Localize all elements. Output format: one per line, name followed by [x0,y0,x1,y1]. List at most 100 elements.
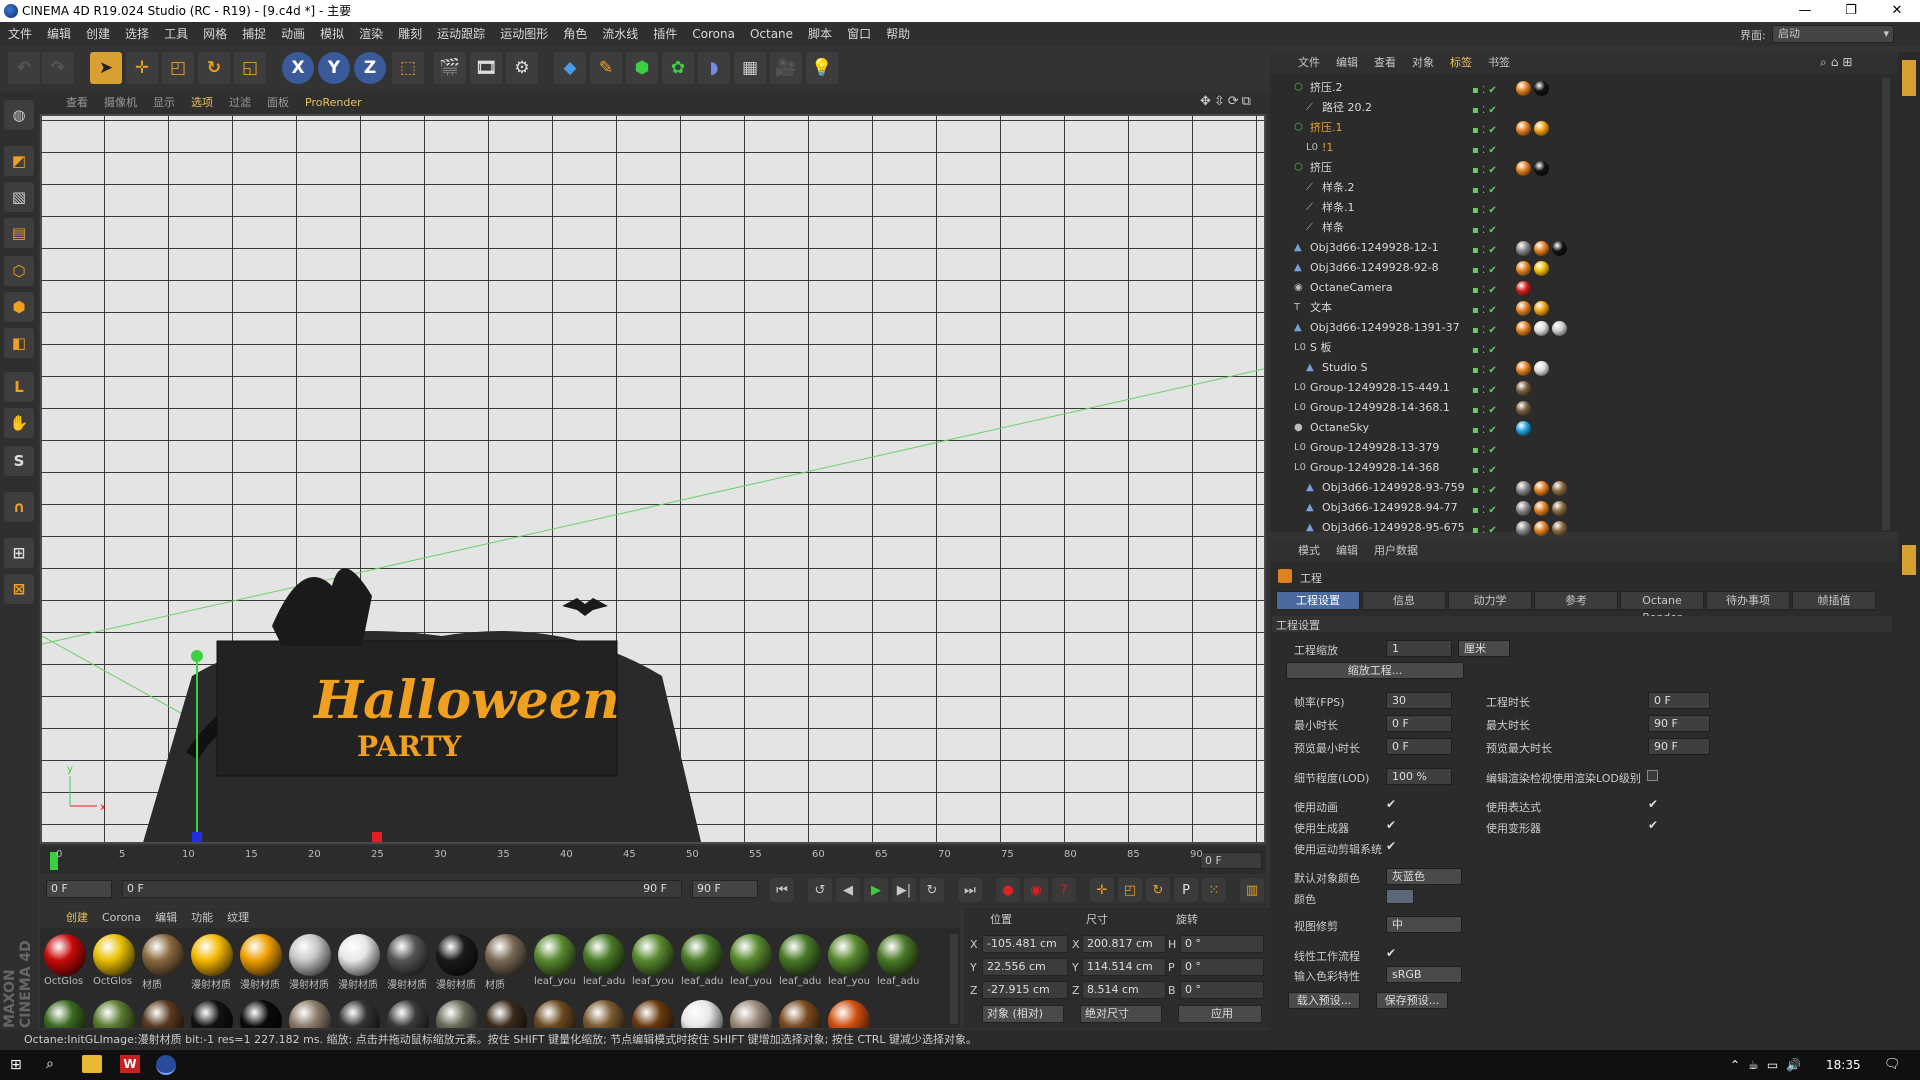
object-row[interactable]: ▲ Obj3d66-1249928-92-8 ▪ ⁚ ✔ [1276,258,1888,278]
make-editable-icon[interactable]: ◍ [4,100,34,130]
min-time-field[interactable]: 0 F [1386,715,1452,732]
material-swatch[interactable] [826,1000,872,1028]
visibility-check-icon[interactable]: ▪ ⁚ ✔ [1472,441,1512,456]
use-motion-checkbox[interactable]: ✔ [1386,839,1396,853]
object-row[interactable]: ⟋ 样条.2 ▪ ⁚ ✔ [1276,178,1888,198]
object-menu-item[interactable]: 对象 [1412,56,1434,69]
visibility-check-icon[interactable]: ▪ ⁚ ✔ [1472,181,1512,196]
tag-icon[interactable] [1516,81,1531,96]
visibility-check-icon[interactable]: ▪ ⁚ ✔ [1472,381,1512,396]
material-swatch[interactable] [385,1000,431,1028]
menu-item[interactable]: 工具 [164,27,188,41]
material-swatch[interactable] [189,1000,235,1028]
rot-h-field[interactable]: 0 ° [1180,935,1264,953]
material-swatch[interactable] [140,1000,186,1028]
snap-icon[interactable]: S [4,446,34,476]
use-animation-checkbox[interactable]: ✔ [1386,797,1396,811]
menu-item[interactable]: 角色 [563,27,587,41]
attr-tab[interactable]: 信息 [1362,591,1446,610]
auto-key-icon[interactable]: ◉ [1024,878,1048,902]
points-mode-icon[interactable]: ⬡ [4,256,34,286]
object-row[interactable]: ◉ OctaneCamera ▪ ⁚ ✔ [1276,278,1888,298]
object-row[interactable]: ▲ Obj3d66-1249928-12-1 ▪ ⁚ ✔ [1276,238,1888,258]
object-row[interactable]: T 文本 ▪ ⁚ ✔ [1276,298,1888,318]
cinema4d-taskbar-icon[interactable] [156,1055,176,1075]
minimize-button[interactable]: — [1782,0,1828,22]
object-row[interactable]: L0 Group-1249928-15-449.1 ▪ ⁚ ✔ [1276,378,1888,398]
pos-z-field[interactable]: -27.915 cm [982,981,1068,999]
size-mode-select[interactable]: 绝对尺寸 [1080,1005,1162,1023]
viewport[interactable]: Halloween PARTY x y [40,114,1266,844]
material-swatch[interactable]: 漫射材质 [287,934,333,991]
tag-icon[interactable] [1516,261,1531,276]
material-swatch[interactable]: 漫射材质 [434,934,480,991]
magnet-icon[interactable]: ∩ [4,492,34,522]
menu-item[interactable]: 脚本 [808,27,832,41]
axis-y-button[interactable]: Y [318,52,350,84]
load-preset-button[interactable]: 载入预设... [1288,992,1360,1009]
material-menu-item[interactable]: Corona [102,911,141,924]
menu-item[interactable]: 插件 [653,27,677,41]
attr-menu-item[interactable]: 模式 [1298,544,1320,557]
object-search-icon[interactable]: ⌕⌂⊞ [1820,55,1856,70]
system-tray-icon[interactable]: ⌃☕▭🔊 [1730,1058,1809,1072]
material-swatch[interactable] [336,1000,382,1028]
pos-y-field[interactable]: 22.556 cm [982,958,1068,976]
menu-item[interactable]: 渲染 [359,27,383,41]
rot-p-field[interactable]: 0 ° [1180,958,1264,976]
object-menu-item[interactable]: 标签 [1450,56,1472,69]
tag-icon[interactable] [1516,481,1531,496]
material-swatch[interactable]: 漫射材质 [189,934,235,991]
menu-item[interactable]: 创建 [86,27,110,41]
material-swatch[interactable] [630,1000,676,1028]
close-button[interactable]: ✕ [1874,0,1920,22]
tag-icon[interactable] [1534,121,1549,136]
object-row[interactable]: ⬡ 挤压.2 ▪ ⁚ ✔ [1276,78,1888,98]
tag-icon[interactable] [1552,321,1567,336]
viewport-menu-item[interactable]: 查看 [66,96,88,109]
use-generators-checkbox[interactable]: ✔ [1386,818,1396,832]
menu-item[interactable]: Octane [750,27,793,41]
attr-tab[interactable]: 动力学 [1448,591,1532,610]
tag-icon[interactable] [1516,121,1531,136]
object-row[interactable]: L0 !1 ▪ ⁚ ✔ [1276,138,1888,158]
visibility-check-icon[interactable]: ▪ ⁚ ✔ [1472,301,1512,316]
visibility-check-icon[interactable]: ▪ ⁚ ✔ [1472,341,1512,356]
object-row[interactable]: L0 Group-1249928-14-368.1 ▪ ⁚ ✔ [1276,398,1888,418]
object-row[interactable]: ⬡ 挤压 ▪ ⁚ ✔ [1276,158,1888,178]
material-swatch[interactable]: leaf_you [532,934,578,987]
object-menu-item[interactable]: 查看 [1374,56,1396,69]
material-swatch[interactable]: OctGlos [42,934,88,987]
tag-icon[interactable] [1534,321,1549,336]
tag-icon[interactable] [1534,521,1549,536]
viewport-menu-item[interactable]: 面板 [267,96,289,109]
visibility-check-icon[interactable]: ▪ ⁚ ✔ [1472,221,1512,236]
texture-mode-icon[interactable]: ▧ [4,182,34,212]
viewport-nav-icon[interactable]: ✥⇳⟳⧉ [1200,94,1254,109]
material-swatch[interactable] [532,1000,578,1028]
material-swatch[interactable] [679,1000,725,1028]
tag-icon[interactable] [1516,421,1531,436]
coordinate-system-icon[interactable]: ⬚ [392,52,424,84]
goto-end-icon[interactable]: ⏭ [958,878,982,902]
floor-icon[interactable]: ▦ [734,52,766,84]
attr-tab[interactable]: 参考 [1534,591,1618,610]
object-menu-item[interactable]: 文件 [1298,56,1320,69]
object-row[interactable]: ▲ Obj3d66-1249928-95-675 ▪ ⁚ ✔ [1276,518,1888,538]
tag-icon[interactable] [1534,241,1549,256]
menu-item[interactable]: 运动跟踪 [437,27,485,41]
notification-icon[interactable]: 🗨 [1884,1057,1901,1072]
render-lod-checkbox[interactable] [1647,770,1658,781]
tag-icon[interactable] [1516,361,1531,376]
tag-icon[interactable] [1516,381,1531,396]
start-frame-field[interactable]: 0 F [46,880,112,898]
material-scrollbar[interactable] [950,934,958,1024]
visibility-check-icon[interactable]: ▪ ⁚ ✔ [1472,261,1512,276]
visibility-check-icon[interactable]: ▪ ⁚ ✔ [1472,281,1512,296]
material-swatch[interactable]: leaf_you [630,934,676,987]
tweak-mode-icon[interactable]: ✋ [4,408,34,438]
material-swatch[interactable] [91,1000,137,1028]
menu-item[interactable]: 动画 [281,27,305,41]
visibility-check-icon[interactable]: ▪ ⁚ ✔ [1472,321,1512,336]
save-preset-button[interactable]: 保存预设... [1376,992,1448,1009]
